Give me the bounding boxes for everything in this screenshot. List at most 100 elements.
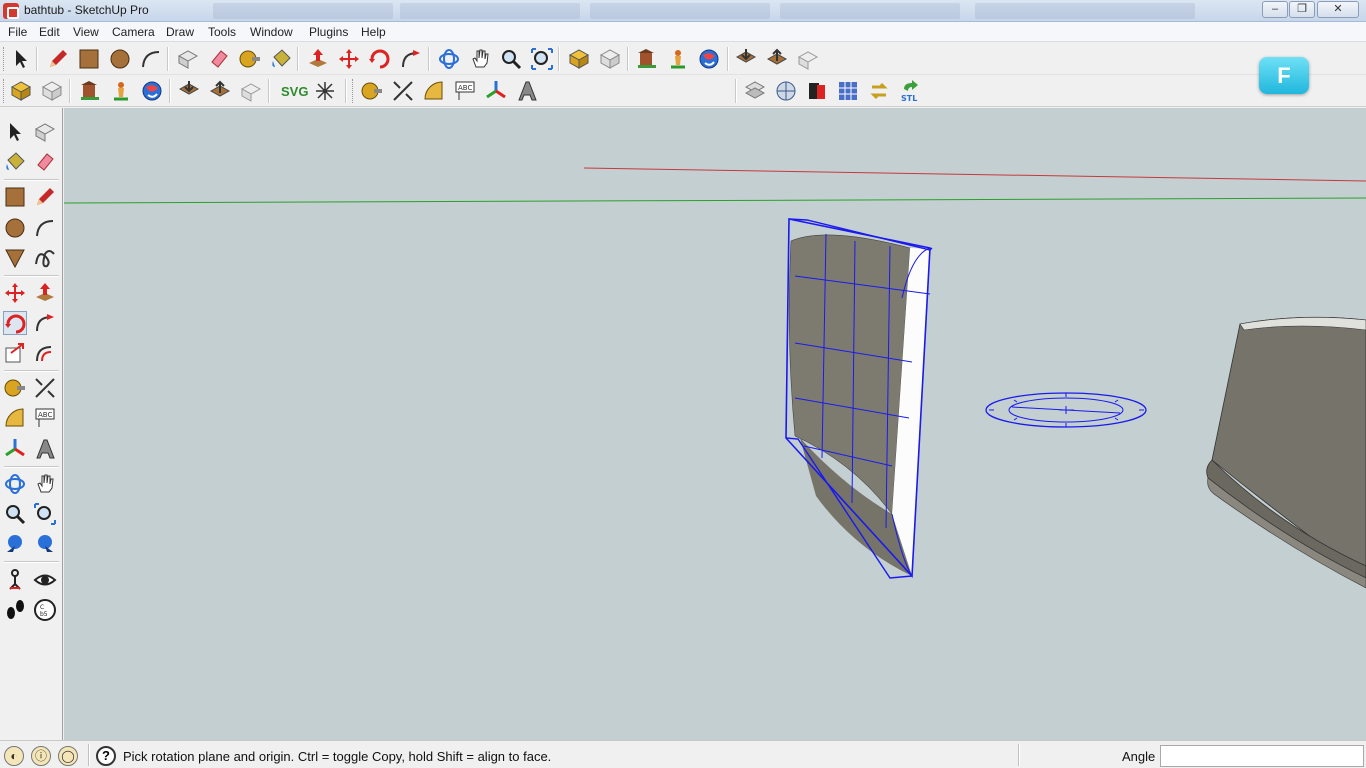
tape-measure-icon[interactable]: [360, 79, 384, 103]
pencil-icon[interactable]: [33, 185, 57, 209]
text-icon[interactable]: ABC: [453, 79, 477, 103]
push-pull-icon[interactable]: [306, 47, 330, 71]
bathtub-model[interactable]: [1206, 316, 1366, 589]
toolbar-grip[interactable]: [3, 79, 6, 103]
text-icon[interactable]: ABC: [33, 406, 57, 430]
pan-icon[interactable]: [33, 472, 57, 496]
plugin-icon[interactable]: [313, 79, 337, 103]
zoom-extents-icon[interactable]: [33, 532, 57, 556]
follow-me-icon[interactable]: [399, 47, 423, 71]
select-icon[interactable]: [3, 120, 27, 144]
move-icon[interactable]: [3, 281, 27, 305]
dimension-icon[interactable]: [391, 79, 415, 103]
paint-bucket-icon[interactable]: [3, 150, 27, 174]
menu-view[interactable]: View: [73, 25, 99, 39]
download-icon[interactable]: [734, 47, 758, 71]
get-models-icon[interactable]: [567, 47, 591, 71]
share-model-icon[interactable]: [40, 79, 64, 103]
upload-icon[interactable]: [765, 47, 789, 71]
zoom-icon[interactable]: [499, 47, 523, 71]
look-around-icon[interactable]: [33, 568, 57, 592]
minimize-button[interactable]: –: [1262, 1, 1288, 18]
3d-text-icon[interactable]: [515, 79, 539, 103]
axes-icon[interactable]: [484, 79, 508, 103]
refresh-icon[interactable]: [867, 79, 891, 103]
rectangle-icon[interactable]: [3, 185, 27, 209]
share-component-icon[interactable]: [796, 47, 820, 71]
toolbar-grip[interactable]: [352, 79, 355, 103]
arc-icon[interactable]: [139, 47, 163, 71]
solid-tools-icon[interactable]: [805, 79, 829, 103]
export-stl-icon[interactable]: STL: [898, 79, 922, 103]
menu-help[interactable]: Help: [361, 25, 386, 39]
previous-view-icon[interactable]: [3, 532, 27, 556]
offset-icon[interactable]: [33, 341, 57, 365]
menu-camera[interactable]: Camera: [112, 25, 155, 39]
rotate-icon[interactable]: [3, 311, 27, 335]
follow-me-icon[interactable]: [33, 311, 57, 335]
component-icon[interactable]: [239, 79, 263, 103]
dimension-icon[interactable]: [33, 376, 57, 400]
globe-icon[interactable]: [697, 47, 721, 71]
polygon-icon[interactable]: [3, 246, 27, 270]
zoom-extents-icon[interactable]: [530, 47, 554, 71]
get-models-icon[interactable]: [9, 79, 33, 103]
menu-window[interactable]: Window: [250, 25, 293, 39]
axes-icon[interactable]: [3, 437, 27, 461]
credits-icon[interactable]: ⓘ: [31, 746, 51, 766]
move-icon[interactable]: [337, 47, 361, 71]
geo-location-icon[interactable]: ◐: [4, 746, 24, 766]
circle-icon[interactable]: [108, 47, 132, 71]
eraser-icon[interactable]: [207, 47, 231, 71]
tape-measure-icon[interactable]: [238, 47, 262, 71]
menu-draw[interactable]: Draw: [166, 25, 194, 39]
menu-file[interactable]: File: [8, 25, 27, 39]
section-plane-icon[interactable]: Cb5: [33, 598, 57, 622]
building-icon[interactable]: [78, 79, 102, 103]
close-button[interactable]: ✕: [1317, 1, 1359, 18]
zoom-window-icon[interactable]: [33, 502, 57, 526]
maximize-button[interactable]: ❐: [1289, 1, 1315, 18]
share-model-icon[interactable]: [598, 47, 622, 71]
menu-plugins[interactable]: Plugins: [309, 25, 348, 39]
f-extension-badge[interactable]: F: [1259, 57, 1309, 94]
protractor-icon[interactable]: [3, 406, 27, 430]
3d-model-viewport[interactable]: [64, 108, 1366, 740]
make-component-icon[interactable]: [33, 120, 57, 144]
geolocate-icon[interactable]: [666, 47, 690, 71]
building-icon[interactable]: [635, 47, 659, 71]
zoom-icon[interactable]: [3, 502, 27, 526]
geolocate-icon[interactable]: [109, 79, 133, 103]
section-plane-icon[interactable]: [743, 79, 767, 103]
3d-text-icon[interactable]: [33, 437, 57, 461]
select-icon[interactable]: [9, 47, 33, 71]
freehand-icon[interactable]: [33, 246, 57, 270]
walk-icon[interactable]: [3, 598, 27, 622]
svg-export-button[interactable]: SVG: [281, 84, 308, 99]
help-icon[interactable]: ?: [96, 746, 116, 766]
sketchup-app-icon[interactable]: [3, 3, 19, 19]
orbit-icon[interactable]: [437, 47, 461, 71]
position-camera-icon[interactable]: [3, 568, 27, 592]
sandbox-icon[interactable]: [774, 79, 798, 103]
menu-edit[interactable]: Edit: [39, 25, 60, 39]
selected-tub-end-panel[interactable]: [785, 218, 933, 579]
eraser-icon[interactable]: [33, 150, 57, 174]
rectangle-icon[interactable]: [77, 47, 101, 71]
protractor-icon[interactable]: [422, 79, 446, 103]
paint-bucket-icon[interactable]: [269, 47, 293, 71]
circle-icon[interactable]: [3, 216, 27, 240]
measurements-input[interactable]: [1160, 745, 1364, 767]
upload-icon[interactable]: [208, 79, 232, 103]
tape-measure-icon[interactable]: [3, 376, 27, 400]
texture-icon[interactable]: [836, 79, 860, 103]
menu-tools[interactable]: Tools: [208, 25, 236, 39]
globe-icon[interactable]: [140, 79, 164, 103]
user-sign-in-icon[interactable]: ◯: [58, 746, 78, 766]
pencil-icon[interactable]: [46, 47, 70, 71]
toolbar-grip[interactable]: [3, 47, 6, 71]
arc-icon[interactable]: [33, 216, 57, 240]
push-pull-icon[interactable]: [33, 281, 57, 305]
download-icon[interactable]: [177, 79, 201, 103]
make-component-icon[interactable]: [176, 47, 200, 71]
